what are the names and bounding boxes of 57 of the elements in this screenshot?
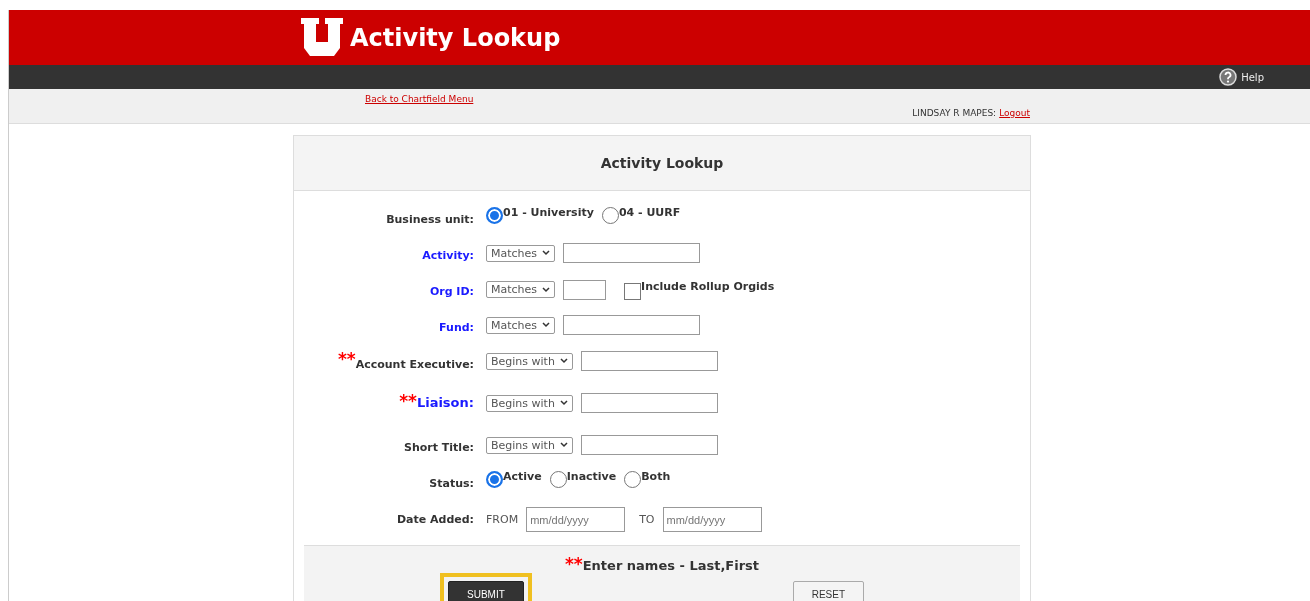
input-field[interactable]: [580, 435, 718, 455]
input-field[interactable]: [580, 393, 718, 413]
radio-label: Active: [503, 470, 542, 483]
radio-button[interactable]: [624, 471, 642, 488]
note-text: Enter names - Last,First: [582, 558, 760, 573]
radio-label: Inactive: [566, 470, 617, 483]
to-label: TO: [639, 513, 655, 526]
field-label: Business unit:: [386, 213, 474, 226]
caret-icon: [559, 400, 568, 406]
operator-select[interactable]: Matches: [486, 316, 556, 334]
operator-select[interactable]: Begins with: [486, 436, 573, 454]
caret-icon: [542, 250, 551, 256]
caret-icon: [559, 358, 568, 364]
date-field[interactable]: mm/dd/yyyy: [662, 507, 762, 532]
date-field[interactable]: mm/dd/yyyy: [526, 507, 626, 532]
back-link[interactable]: Back to Chartfield Menu: [365, 94, 474, 104]
radio-button[interactable]: [486, 207, 503, 224]
operator-select[interactable]: Matches: [486, 281, 556, 298]
from-label: FROM: [486, 513, 519, 526]
help-link[interactable]: Help: [1219, 68, 1264, 86]
required-mark: **: [564, 554, 583, 574]
checkbox[interactable]: [624, 283, 642, 300]
field-label-link[interactable]: Liaison:: [416, 395, 474, 410]
field-label-link[interactable]: Activity:: [422, 249, 474, 262]
app-title: Activity Lookup: [350, 23, 561, 52]
input-field[interactable]: [563, 315, 701, 335]
radio-button[interactable]: [601, 207, 619, 224]
caret-icon: [559, 442, 568, 448]
radio-button[interactable]: [549, 471, 567, 488]
input-field[interactable]: [580, 351, 718, 371]
operator-select[interactable]: Begins with: [486, 394, 573, 412]
logout-link[interactable]: Logout: [999, 108, 1030, 118]
radio-label: 01 - University: [503, 206, 594, 219]
submit-button[interactable]: SUBMIT: [448, 581, 524, 601]
form-title: Activity Lookup: [600, 155, 724, 171]
radio-label: 04 - UURF: [618, 206, 681, 219]
block-u-logo-icon: [301, 17, 343, 58]
operator-select[interactable]: Matches: [486, 244, 556, 262]
input-field[interactable]: [563, 279, 607, 300]
field-label: Account Executive:: [355, 358, 474, 371]
field-label: Status:: [429, 477, 474, 490]
required-mark: **: [399, 393, 417, 410]
caret-icon: [542, 286, 551, 293]
required-mark: **: [337, 351, 356, 368]
reset-button[interactable]: RESET: [792, 581, 864, 601]
radio-button[interactable]: [486, 471, 503, 488]
field-label: Short Title:: [404, 441, 474, 454]
input-field[interactable]: [563, 243, 701, 263]
caret-icon: [542, 322, 551, 328]
help-icon: [1219, 68, 1238, 86]
field-label: Date Added:: [396, 513, 474, 526]
operator-select[interactable]: Begins with: [486, 352, 573, 370]
field-label-link[interactable]: Fund:: [439, 321, 474, 334]
radio-label: Both: [641, 470, 671, 483]
user-name: LINDSAY R MAPES:: [912, 108, 997, 118]
checkbox-label: Include Rollup Orgids: [641, 280, 775, 293]
field-label-link[interactable]: Org ID:: [429, 285, 474, 298]
